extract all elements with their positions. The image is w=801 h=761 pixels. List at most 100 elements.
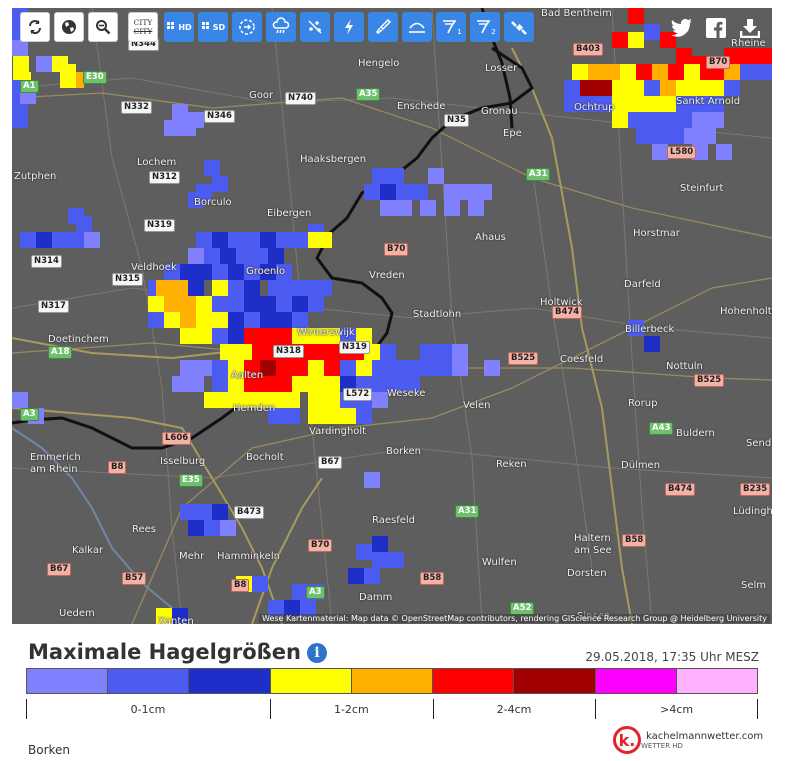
hail-cell [276, 360, 292, 376]
hail-cell [388, 360, 404, 376]
lightning-button[interactable] [334, 12, 364, 42]
hail-cell [692, 112, 708, 128]
hail-button[interactable] [300, 12, 330, 42]
road-shield: B57 [122, 572, 147, 585]
road-shield: A3 [20, 408, 39, 421]
hail-cell [372, 536, 388, 552]
color-swatch [514, 669, 596, 693]
download-button[interactable] [734, 12, 766, 44]
hail-cell [228, 232, 244, 248]
hail-cell [324, 408, 340, 424]
hail-cell [236, 344, 252, 360]
city-label: Selm [741, 580, 767, 591]
timestamp: 29.05.2018, 17:35 Uhr MESZ [585, 650, 759, 664]
range-label: >4cm [660, 703, 694, 716]
radar-hd-button[interactable]: HD [164, 12, 194, 42]
hail-cell [236, 248, 252, 264]
city-label: Mehr [179, 551, 205, 562]
legend-title: Maximale Hagelgrößen [28, 640, 301, 664]
hail-cell [276, 376, 292, 392]
hail-cell [276, 232, 292, 248]
hail-cell [644, 112, 660, 128]
city-label: Dülmen [621, 460, 661, 471]
twitter-button[interactable] [666, 12, 698, 44]
lightning-icon [345, 19, 353, 35]
hail-cell [36, 232, 52, 248]
hail-cell [228, 280, 244, 296]
city-label: Xanten [158, 616, 194, 624]
color-swatch [595, 669, 677, 693]
hail-cell [596, 80, 612, 96]
hail-cell [204, 520, 220, 536]
city-label: Borken [386, 446, 422, 457]
hail-cell [348, 568, 364, 584]
color-swatch [27, 669, 109, 693]
hail-cell [284, 408, 300, 424]
road-shield: B70 [706, 56, 731, 69]
scale-tick [757, 699, 758, 719]
rocket-button[interactable] [368, 12, 398, 42]
hail-cell [660, 80, 676, 96]
hail-cell [244, 232, 260, 248]
hail-cell [76, 216, 92, 232]
hail-cell [452, 360, 468, 376]
hail-cell [244, 296, 260, 312]
scale-tick [432, 699, 434, 719]
hail-cell [228, 328, 244, 344]
brand-logo[interactable]: k. kachelmannwetter.com WETTER HD [613, 726, 763, 754]
hail-cell [180, 264, 196, 280]
road-shield: A1 [20, 80, 39, 93]
radar-map[interactable]: Hengelo Losser Goor Enschede Gronau Epe Lochem… [12, 8, 772, 624]
hail-cell [628, 32, 644, 48]
satellite-button[interactable] [504, 12, 534, 42]
info-icon[interactable]: i [307, 643, 327, 663]
hail-cell [372, 168, 388, 184]
hail-cell [172, 104, 188, 120]
radar-sd-button[interactable]: SD [198, 12, 228, 42]
hail-cell [308, 360, 324, 376]
hail-cell [220, 248, 236, 264]
road-shield: L580 [667, 146, 697, 159]
city-label: Gronau [481, 106, 518, 117]
hail-cell [572, 64, 588, 80]
city-label: Groenlo [246, 266, 286, 277]
brand-name: kachelmannwetter.com [646, 730, 764, 742]
hail-cell [276, 296, 292, 312]
rain-button[interactable] [266, 12, 296, 42]
globe-button[interactable] [54, 12, 84, 42]
wind-button[interactable] [232, 12, 262, 42]
hail-cell [444, 184, 460, 200]
snow-button[interactable] [402, 12, 432, 42]
hail-cell [756, 64, 772, 80]
hail-cell [196, 504, 212, 520]
road-shield: A18 [48, 346, 73, 359]
zoom-out-button[interactable] [88, 12, 118, 42]
hail-cell [644, 80, 660, 96]
city-label: Zutphen [14, 171, 57, 182]
tornado-2-button[interactable]: 2 [470, 12, 500, 42]
road-shield: B67 [47, 563, 72, 576]
tornado-1-button[interactable]: 1 [436, 12, 466, 42]
hail-cell [380, 184, 396, 200]
city-button[interactable]: CITY CITY [128, 12, 158, 42]
color-swatch [270, 669, 352, 693]
hail-cell [188, 280, 204, 296]
rain-cloud-icon [272, 17, 290, 34]
hail-cell [628, 112, 644, 128]
color-swatch [433, 669, 515, 693]
hail-cell [212, 360, 228, 376]
hail-cell [148, 296, 164, 312]
hail-cell [244, 312, 260, 328]
facebook-button[interactable] [700, 12, 732, 44]
hail-cell [708, 112, 724, 128]
hail-cell [628, 96, 644, 112]
city-label: Ochtrup [574, 102, 615, 113]
road-shield: N319 [339, 341, 370, 354]
road-shield: L572 [343, 388, 373, 401]
road-shield: B473 [234, 506, 265, 519]
hail-cell [276, 312, 292, 328]
hail-cell [84, 232, 100, 248]
hail-cell [308, 232, 324, 248]
city-label: Haltern [574, 533, 611, 544]
refresh-button[interactable] [20, 12, 50, 42]
